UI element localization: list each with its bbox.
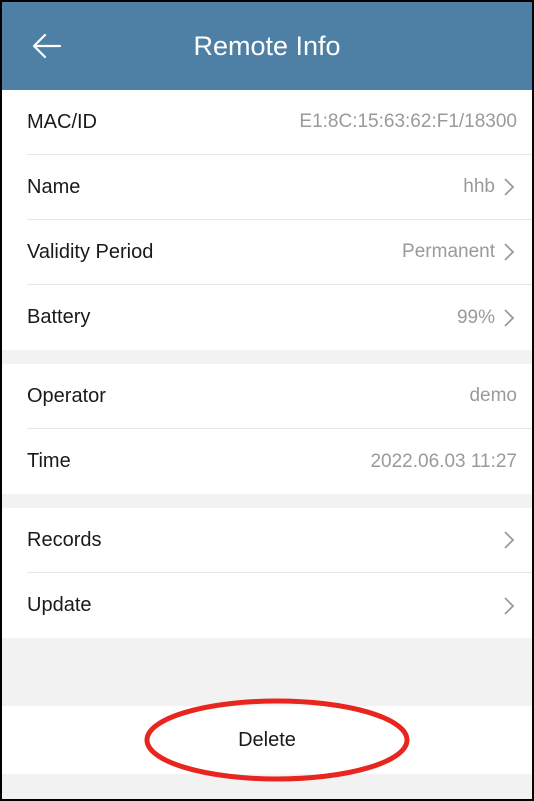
row-validity-period[interactable]: Validity Period Permanent <box>27 220 532 285</box>
battery-label: Battery <box>27 306 91 328</box>
mac-id-label: MAC/ID <box>27 110 97 133</box>
info-group: MAC/ID E1:8C:15:63:62:F1/18300 Name hhb … <box>2 90 532 350</box>
name-value: hhb <box>463 176 495 197</box>
operator-value: demo <box>469 385 517 406</box>
delete-area: Delete <box>2 698 532 782</box>
row-operator: Operator demo <box>27 364 532 429</box>
row-name[interactable]: Name hhb <box>27 155 532 220</box>
delete-button[interactable]: Delete <box>238 729 296 752</box>
row-battery[interactable]: Battery 99% <box>27 285 532 350</box>
back-arrow-icon[interactable] <box>30 28 66 64</box>
name-label: Name <box>27 175 81 198</box>
row-time: Time 2022.06.03 11:27 <box>27 429 532 494</box>
time-label: Time <box>27 450 71 472</box>
operator-group: Operator demo Time 2022.06.03 11:27 <box>2 364 532 494</box>
update-label: Update <box>27 594 92 616</box>
battery-value: 99% <box>456 306 495 328</box>
battery-value-wrap: 99% <box>457 307 517 329</box>
time-value: 2022.06.03 11:27 <box>370 450 517 472</box>
page-title: Remote Info <box>193 30 341 61</box>
row-mac-id: MAC/ID E1:8C:15:63:62:F1/18300 <box>27 90 532 155</box>
name-value-wrap: hhb <box>463 176 517 198</box>
chevron-right-icon <box>504 596 515 615</box>
operator-label: Operator <box>27 384 106 407</box>
chevron-right-icon <box>504 308 515 327</box>
actions-group: Records Update <box>2 508 532 638</box>
screen-frame: Remote Info MAC/ID E1:8C:15:63:62:F1/183… <box>0 0 534 801</box>
validity-period-value-wrap: Permanent <box>402 241 517 263</box>
mac-id-value: E1:8C:15:63:62:F1/18300 <box>299 111 517 132</box>
row-records[interactable]: Records <box>27 508 532 573</box>
chevron-right-icon <box>504 531 515 549</box>
header-bar: Remote Info <box>2 2 532 90</box>
validity-period-value: Permanent <box>402 241 495 262</box>
chevron-right-icon <box>504 243 515 261</box>
validity-period-label: Validity Period <box>27 240 154 263</box>
records-label: Records <box>27 528 102 551</box>
chevron-right-icon <box>504 178 515 196</box>
row-update[interactable]: Update <box>27 573 532 638</box>
